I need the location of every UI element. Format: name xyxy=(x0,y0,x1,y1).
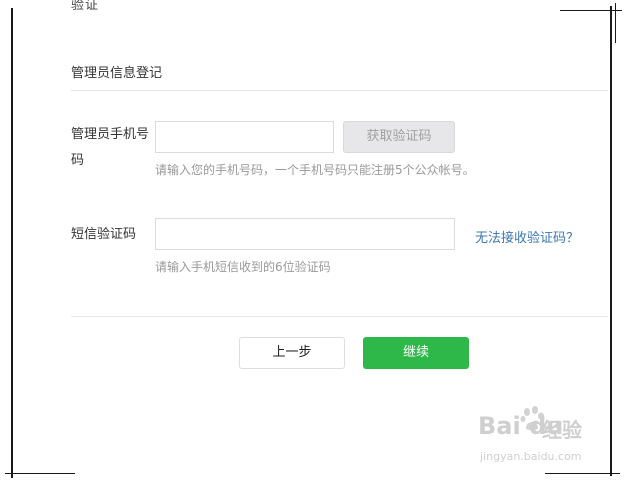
baidu-watermark: Bai du 经验 jingyan.baidu.com xyxy=(478,406,598,470)
sms-code-input[interactable] xyxy=(155,218,455,250)
sms-code-hint: 请输入手机短信收到的6位验证码 xyxy=(155,260,331,274)
frame-edge-left xyxy=(11,8,13,478)
frame-edge-right-top xyxy=(615,3,616,43)
previous-step-button[interactable]: 上一步 xyxy=(239,337,345,369)
phone-hint: 请输入您的手机号码，一个手机号码只能注册5个公众帐号。 xyxy=(155,163,475,177)
frame-edge-bottom-left xyxy=(5,473,75,474)
frame-edge-right xyxy=(610,6,612,476)
phone-label: 管理员手机号码 xyxy=(71,127,150,168)
frame-edge-bottom-right xyxy=(545,473,620,474)
get-code-button[interactable]: 获取验证码 xyxy=(343,121,455,153)
cannot-receive-code-link[interactable]: 无法接收验证码？ xyxy=(475,227,579,246)
section-divider xyxy=(71,90,608,91)
continue-button[interactable]: 继续 xyxy=(363,337,469,369)
watermark-url: jingyan.baidu.com xyxy=(480,450,582,463)
footer-divider xyxy=(71,316,608,317)
jingyan-text: 经验 xyxy=(542,418,582,442)
cutoff-heading: 验证 xyxy=(71,0,100,13)
frame-edge-top xyxy=(560,10,622,11)
sms-code-label: 短信验证码 xyxy=(71,227,137,242)
phone-input[interactable] xyxy=(155,121,334,153)
section-title: 管理员信息登记 xyxy=(71,66,163,81)
